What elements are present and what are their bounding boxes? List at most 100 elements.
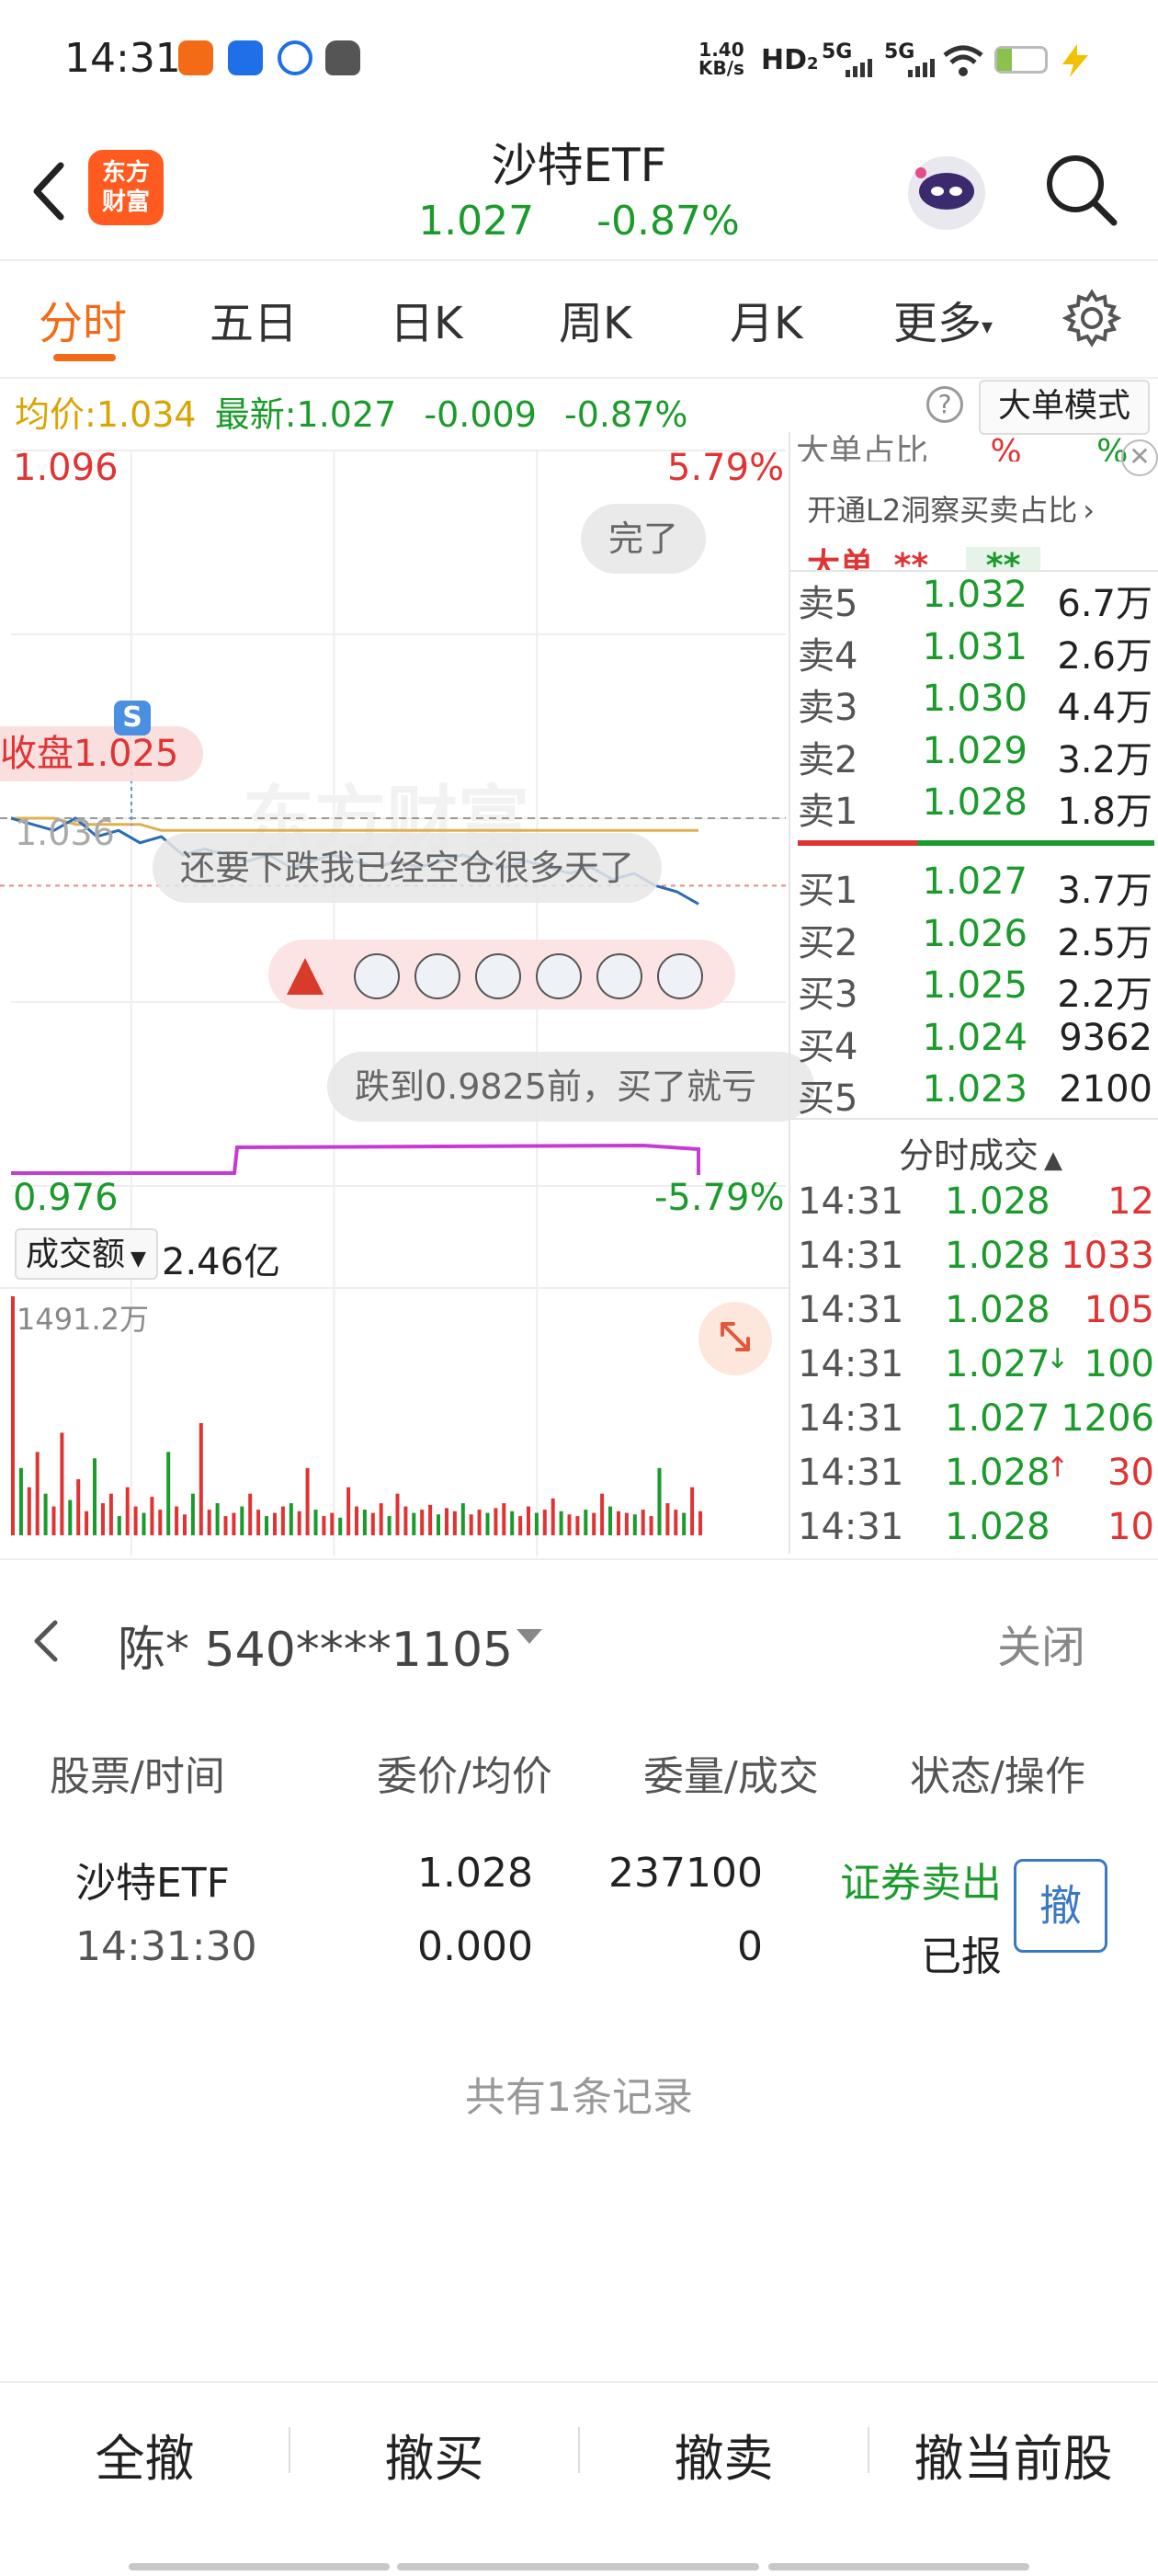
tick-row: 14:31 1.028 12 (798, 1180, 1154, 1232)
chart-low-pct-label: -5.79% (654, 1177, 785, 1219)
volume-bar (183, 1514, 187, 1535)
bid-level-label: 买5 (798, 1077, 858, 1120)
volume-bar (682, 1512, 687, 1535)
cancel-all-button[interactable]: 全撤 (0, 2418, 290, 2491)
order-time: 14:31:30 (75, 1923, 257, 1970)
ask-price: 1.032 (922, 574, 1027, 616)
header-price: 1.027 (418, 198, 535, 245)
bid-row[interactable]: 买2 1.026 2.5万 (798, 913, 1154, 964)
tick-price: 1.028 (945, 1289, 1050, 1331)
volume-bar (232, 1512, 236, 1535)
volume-bar (207, 1510, 211, 1535)
tab-daily-k[interactable]: 日K (390, 287, 462, 351)
settings-gear-icon[interactable] (1062, 289, 1121, 348)
volume-bar (85, 1510, 89, 1535)
chart-low-label: 0.976 (13, 1177, 119, 1219)
tick-time: 14:31 (798, 1397, 904, 1440)
order-row[interactable]: 沙特ETF 14:31:30 1.028 0.000 237100 0 证券卖出… (0, 1839, 1158, 1980)
volume-bar (608, 1506, 612, 1535)
l2-promo-link[interactable]: 开通L2洞察买卖占比 › (807, 487, 1095, 530)
cancel-sells-button[interactable]: 撤卖 (579, 2418, 868, 2491)
volume-bar (632, 1514, 637, 1535)
account-selector[interactable]: 陈* 540****1105 (118, 1611, 513, 1680)
brand-logo[interactable]: 东方 财富 (88, 150, 164, 225)
order-qty: 237100 (608, 1850, 763, 1897)
robot-assistant-icon[interactable] (901, 145, 993, 237)
active-tab-indicator (53, 354, 116, 361)
bid-price: 1.025 (922, 964, 1027, 1007)
bid-level-label: 买4 (798, 1025, 858, 1068)
home-indicator (768, 2563, 1029, 2570)
ask-row[interactable]: 卖3 1.030 4.4万 (798, 678, 1154, 729)
tick-price: 1.027 (945, 1397, 1050, 1440)
tick-price: 1.028 (945, 1180, 1050, 1223)
ask-price: 1.028 (922, 781, 1027, 824)
bid-price: 1.027 (922, 861, 1027, 903)
bid-row[interactable]: 买4 1.024 9362 (798, 1017, 1154, 1068)
sort-up-icon: ▲ (1044, 1146, 1063, 1174)
tab-five-day[interactable]: 五日 (210, 287, 298, 351)
order-avg-price: 0.000 (417, 1923, 533, 1970)
volume-bar (223, 1516, 228, 1535)
sheet-back-icon[interactable] (24, 1613, 70, 1669)
volume-bar (469, 1514, 473, 1535)
volume-bar (18, 1467, 23, 1535)
volume-bar (452, 1510, 457, 1535)
ask-level-label: 卖5 (798, 583, 858, 625)
emoji-row-icon (287, 953, 703, 999)
tab-more[interactable]: 更多▾ (893, 287, 993, 351)
volume-bar (273, 1512, 277, 1535)
prev-close-tag: 收盘1.025 (0, 726, 203, 781)
ask-row[interactable]: 卖2 1.029 3.2万 (798, 730, 1154, 781)
ask-price: 1.031 (922, 625, 1027, 668)
tick-volume: 30 (1107, 1452, 1154, 1494)
danmaku-comment: 还要下跌我已经空仓很多天了 (153, 833, 663, 903)
ticks-title[interactable]: 分时成交 ▲ (899, 1127, 1062, 1178)
volume-bar (346, 1487, 351, 1535)
volume-bar (445, 1508, 448, 1535)
volume-bar (477, 1510, 482, 1535)
bid-row[interactable]: 买3 1.025 2.2万 (798, 964, 1154, 1016)
ask-row[interactable]: 卖5 1.032 6.7万 (798, 574, 1154, 625)
volume-bar (510, 1510, 515, 1535)
help-icon[interactable]: ? (926, 386, 963, 423)
account-dropdown-icon[interactable] (517, 1629, 542, 1644)
volume-bar (240, 1506, 244, 1535)
bid-row[interactable]: 买1 1.027 3.7万 (798, 861, 1154, 912)
volume-bar (542, 1510, 547, 1535)
cancel-buys-button[interactable]: 撤买 (290, 2418, 579, 2491)
close-icon[interactable]: ✕ (1121, 439, 1158, 476)
cancel-current-stock-button[interactable]: 撤当前股 (868, 2418, 1158, 2491)
volume-bar (68, 1499, 73, 1535)
trade-marker-icon[interactable]: S (114, 701, 151, 735)
charging-icon (1062, 44, 1088, 77)
divider (790, 1118, 1158, 1120)
tick-time: 14:31 (798, 1235, 904, 1277)
volume-metric-select[interactable]: 成交额 ▼ (15, 1228, 158, 1280)
bid-row[interactable]: 买5 1.023 2100 (798, 1068, 1154, 1120)
ask-row[interactable]: 卖4 1.031 2.6万 (798, 626, 1154, 678)
search-icon[interactable] (1039, 147, 1121, 230)
tab-monthly-k[interactable]: 月K (730, 287, 802, 351)
ask-row[interactable]: 卖1 1.028 1.8万 (798, 781, 1154, 833)
tab-weekly-k[interactable]: 周K (559, 287, 631, 351)
column-header-status: 状态/操作 (910, 1753, 1085, 1800)
tick-price: 1.028 (945, 1235, 1050, 1277)
column-header-qty: 委量/成交 (643, 1753, 819, 1800)
volume-bar (600, 1493, 605, 1535)
back-arrow-icon[interactable] (24, 154, 79, 228)
expand-chart-button[interactable] (698, 1302, 772, 1375)
header-change-pct: -0.87% (596, 198, 740, 245)
volume-bar (338, 1517, 343, 1535)
volume-max-label: 1491.2万 (17, 1302, 149, 1337)
dropdown-caret-icon: ▾ (982, 313, 993, 339)
volume-bar (51, 1506, 56, 1535)
cancel-order-button[interactable]: 撤 (1014, 1859, 1107, 1953)
volume-bar (362, 1510, 367, 1535)
close-sheet-button[interactable]: 关闭 (997, 1611, 1085, 1675)
volume-bar (60, 1432, 64, 1535)
volume-bar (199, 1422, 203, 1535)
tab-intraday[interactable]: 分时 (39, 287, 127, 351)
danmaku-comment: 跌到0.9825前，买了就亏 (327, 1052, 814, 1122)
volume-bar (551, 1498, 555, 1535)
